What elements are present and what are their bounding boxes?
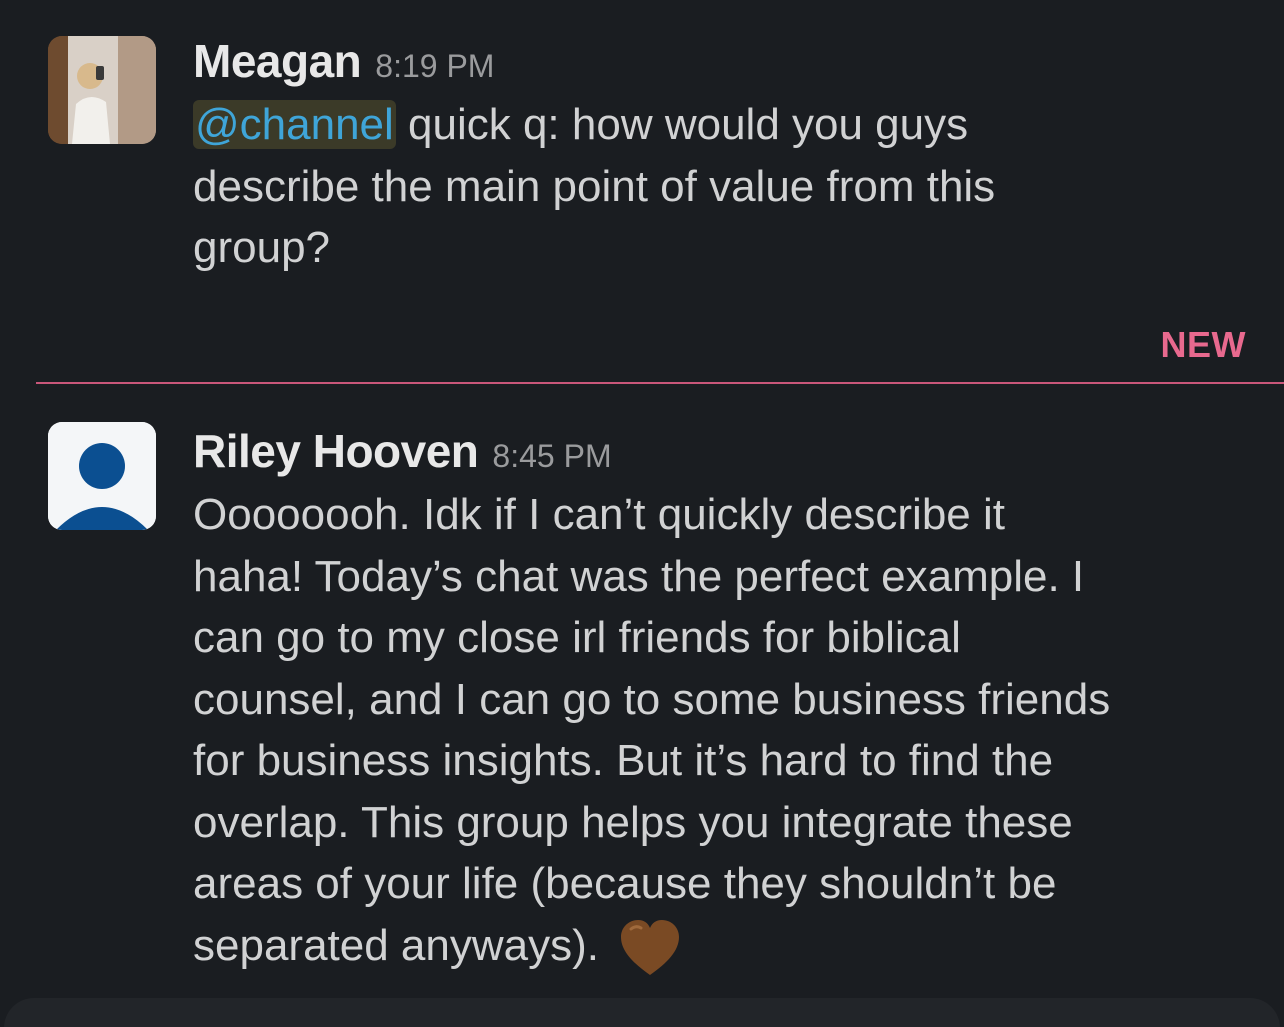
brown-heart-emoji-icon bbox=[621, 919, 680, 975]
author-name[interactable]: Meagan bbox=[193, 34, 362, 88]
new-messages-label: NEW bbox=[1160, 324, 1246, 365]
channel-mention[interactable]: @channel bbox=[193, 100, 396, 149]
default-user-icon bbox=[48, 422, 156, 530]
profile-photo-icon bbox=[48, 36, 156, 144]
message-body: Oooooooh. Idk if I can’t quickly describ… bbox=[193, 490, 1111, 970]
message-timestamp[interactable]: 8:19 PM bbox=[375, 48, 494, 85]
message-text: @channel quick q: how would you guys des… bbox=[193, 94, 1244, 279]
message-text: Oooooooh. Idk if I can’t quickly describ… bbox=[193, 484, 1244, 977]
message-composer[interactable] bbox=[4, 998, 1280, 1027]
message-timestamp[interactable]: 8:45 PM bbox=[492, 438, 611, 475]
author-name[interactable]: Riley Hooven bbox=[193, 424, 479, 478]
new-messages-divider bbox=[36, 382, 1284, 384]
avatar-meagan[interactable] bbox=[48, 36, 156, 144]
avatar-riley[interactable] bbox=[48, 422, 156, 530]
